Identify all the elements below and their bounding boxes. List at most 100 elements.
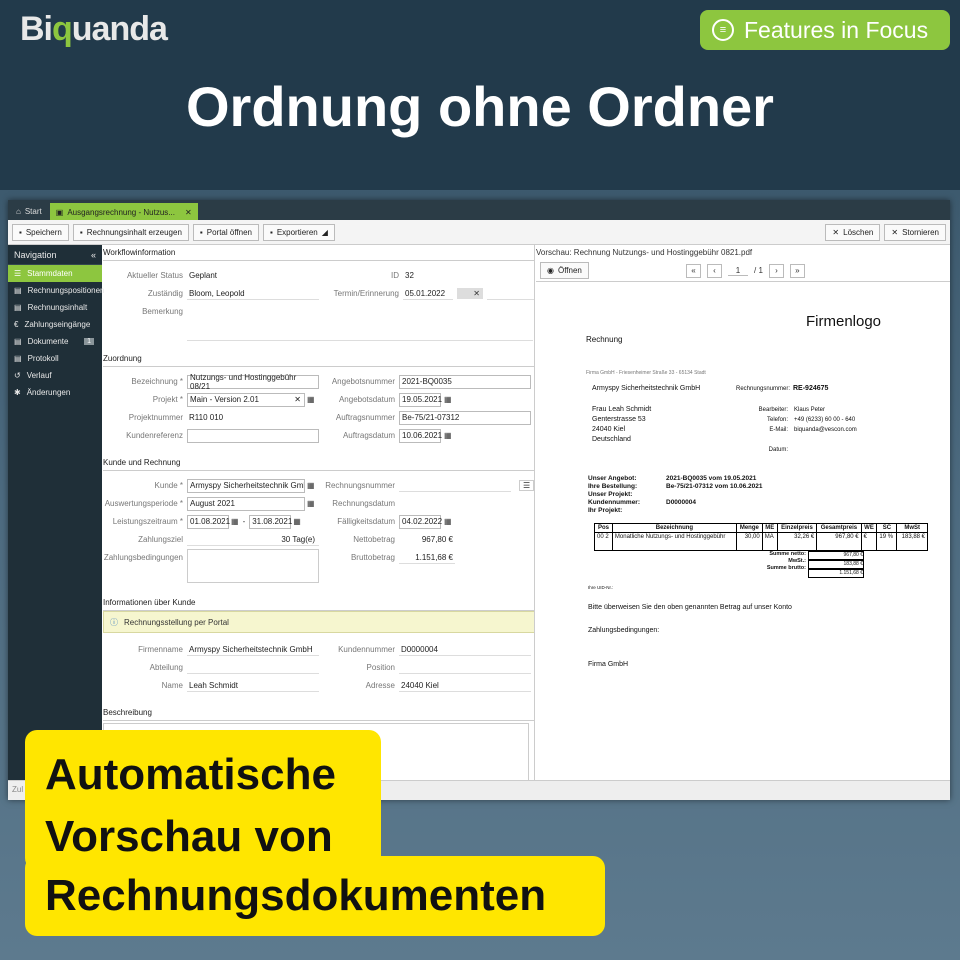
portal-notice: ⓘ Rechnungsstellung per Portal [103, 611, 534, 633]
calendar-icon[interactable]: ▦ [293, 517, 301, 526]
prev-page-icon[interactable]: ‹ [707, 263, 722, 278]
sidebar-item-documents[interactable]: ▤ Dokumente 1 [8, 333, 102, 350]
sidebar-header: Navigation « [8, 245, 102, 265]
portal-icon: ▪ [199, 227, 203, 237]
section-customer-info: Informationen über Kunde [103, 595, 534, 611]
name-input[interactable]: Nutzungs- und Hostinggebühr 08/21 [187, 373, 319, 391]
open-button[interactable]: ◉ Öffnen [540, 262, 589, 279]
sidebar-item-positions[interactable]: ▤ Rechnungspositionen [8, 282, 105, 299]
generate-content-button[interactable]: ▪ Rechnungsinhalt erzeugen [72, 223, 189, 241]
sidebar: Navigation « ☰ Stammdaten ▤ Rechnungspositi… [8, 245, 105, 780]
document-icon: ▣ [55, 208, 64, 217]
next-page-icon[interactable]: › [768, 263, 784, 278]
customer-input[interactable]: Armyspy Sicherheitstechnik GmbH, [187, 478, 305, 493]
order-date-input[interactable]: 10.06.2021 [399, 428, 442, 443]
features-badge: ≡ Features in Focus [700, 10, 950, 50]
save-icon: ▪ [19, 227, 22, 237]
save-button[interactable]: ▪ Speichern [12, 223, 69, 241]
headline: Ordnung ohne Ordner [186, 75, 774, 138]
calendar-icon[interactable]: ▦ [307, 499, 315, 508]
sidebar-item-changes[interactable]: ✱ Änderungen [8, 384, 102, 401]
cancel-icon: ✕ [891, 227, 899, 237]
preview-panel: Vorschau: Rechnung Nutzungs- und Hosting… [536, 245, 950, 780]
preview-title: Vorschau: Rechnung Nutzungs- und Hosting… [536, 248, 753, 257]
doc-heading: Rechnung [586, 335, 623, 344]
caret-icon: ◢ [321, 227, 328, 237]
conditions-input[interactable] [187, 549, 319, 583]
section-description: Beschreibung [103, 705, 534, 721]
period-input[interactable]: August 2021 [187, 496, 305, 511]
offer-number-input[interactable]: 2021-BQ0035 [399, 374, 531, 389]
section-assignment: Zuordnung [103, 351, 534, 367]
calendar-icon[interactable]: ▦ [231, 517, 239, 526]
euro-icon: € [14, 320, 19, 329]
doc-sender: Firma GmbH - Friesenheimer Straße 33 - 6… [586, 370, 706, 376]
form-panel: Workflowinformation Aktueller Status Gepl… [103, 245, 535, 780]
section-workflow: Workflowinformation [103, 245, 534, 261]
close-icon[interactable]: ✕ [185, 208, 192, 217]
customer-ref-input[interactable] [187, 428, 319, 443]
last-page-icon[interactable]: » [789, 263, 805, 278]
clear-icon[interactable]: ✕ [457, 288, 483, 299]
sidebar-item-stammdaten[interactable]: ☰ Stammdaten [8, 265, 102, 282]
owner-field[interactable]: Bloom, Leopold [187, 287, 319, 300]
sidebar-item-payments[interactable]: € Zahlungseingänge [8, 316, 102, 333]
service-from-input[interactable]: 01.08.2021 [187, 514, 230, 529]
export-button[interactable]: ▪ Exportieren ◢ [262, 223, 335, 241]
project-number-value: R110 010 [189, 413, 224, 422]
calendar-icon[interactable]: ▦ [444, 395, 452, 404]
order-number-input[interactable]: Be-75/21-07312 [399, 410, 531, 425]
document-icon: ▤ [14, 303, 22, 312]
collapse-icon[interactable]: « [91, 250, 96, 260]
open-portal-button[interactable]: ▪ Portal öffnen [192, 223, 259, 241]
lookup-icon[interactable]: ▦ [307, 481, 315, 490]
net-value: 967,80 € [421, 535, 453, 544]
tab-invoice[interactable]: ▣ Ausgangsrechnung - Nutzus... ✕ [49, 203, 198, 220]
count-badge: 1 [84, 338, 94, 345]
gross-value: 1.151,68 € [399, 551, 455, 564]
callout-box: Automatische Vorschau von [25, 730, 381, 870]
doc-logo: Firmenlogo [806, 313, 882, 330]
sidebar-item-history[interactable]: ↺ Verlauf [8, 367, 102, 384]
calendar-icon[interactable]: ▦ [444, 431, 452, 440]
calendar-icon[interactable]: ▦ [444, 517, 452, 526]
page-input[interactable]: 1 [728, 266, 748, 276]
contact-name-value: Leah Schmidt [187, 679, 319, 692]
toolbar: ▪ Speichern ▪ Rechnungsinhalt erzeugen ▪ Po… [8, 220, 950, 245]
service-to-input[interactable]: 31.08.2021 [249, 514, 292, 529]
tab-start[interactable]: ⌂ Start [10, 203, 48, 220]
preview-toolbar: ◉ Öffnen « ‹ 1 / 1 › » [536, 260, 950, 282]
due-field[interactable]: 05.01.2022 [403, 287, 453, 300]
clear-icon[interactable]: ✕ [294, 395, 301, 404]
section-billing: Kunde und Rechnung [103, 455, 534, 471]
document-icon: ▤ [14, 286, 22, 295]
delete-icon: ✕ [832, 227, 840, 237]
note-field[interactable] [187, 315, 533, 341]
delete-button[interactable]: ✕ Löschen [825, 223, 881, 241]
list-icon: ☰ [14, 269, 22, 278]
due-date-input[interactable]: 04.02.2022 [399, 514, 442, 529]
history-icon: ↺ [14, 371, 21, 380]
status-value: Geplant [189, 271, 218, 280]
tab-bar: ⌂ Start ▣ Ausgangsrechnung - Nutzus... ✕ [8, 200, 950, 220]
document-icon: ▤ [14, 337, 22, 346]
pdf-document: Firmenlogo Rechnung Firma GmbH - Friesen… [536, 295, 950, 780]
first-page-icon[interactable]: « [686, 263, 701, 278]
list-icon[interactable]: ☰ [519, 480, 534, 491]
invoice-number-field [399, 479, 511, 492]
checklist-icon: ≡ [712, 19, 734, 41]
project-input[interactable]: Main - Version 2.01 ✕ [187, 392, 305, 407]
term-field[interactable]: 30 Tag(e) [187, 533, 319, 546]
sidebar-item-content[interactable]: ▤ Rechnungsinhalt [8, 299, 102, 316]
id-value: 32 [405, 271, 414, 280]
department-value [187, 661, 319, 674]
company-value: Armyspy Sicherheitstechnik GmbH [187, 643, 319, 656]
customer-number-value: D0000004 [399, 643, 531, 656]
log-icon: ▤ [14, 354, 22, 363]
cancel-invoice-button[interactable]: ✕ Stornieren [884, 223, 946, 241]
invoice-table: Pos Bezeichnung Menge ME Einzelpreis Gesamtpr… [594, 523, 928, 551]
lookup-icon[interactable]: ▦ [307, 395, 315, 404]
position-value [399, 661, 531, 674]
offer-date-input[interactable]: 19.05.2021 [399, 392, 442, 407]
sidebar-item-log[interactable]: ▤ Protokoll [8, 350, 102, 367]
